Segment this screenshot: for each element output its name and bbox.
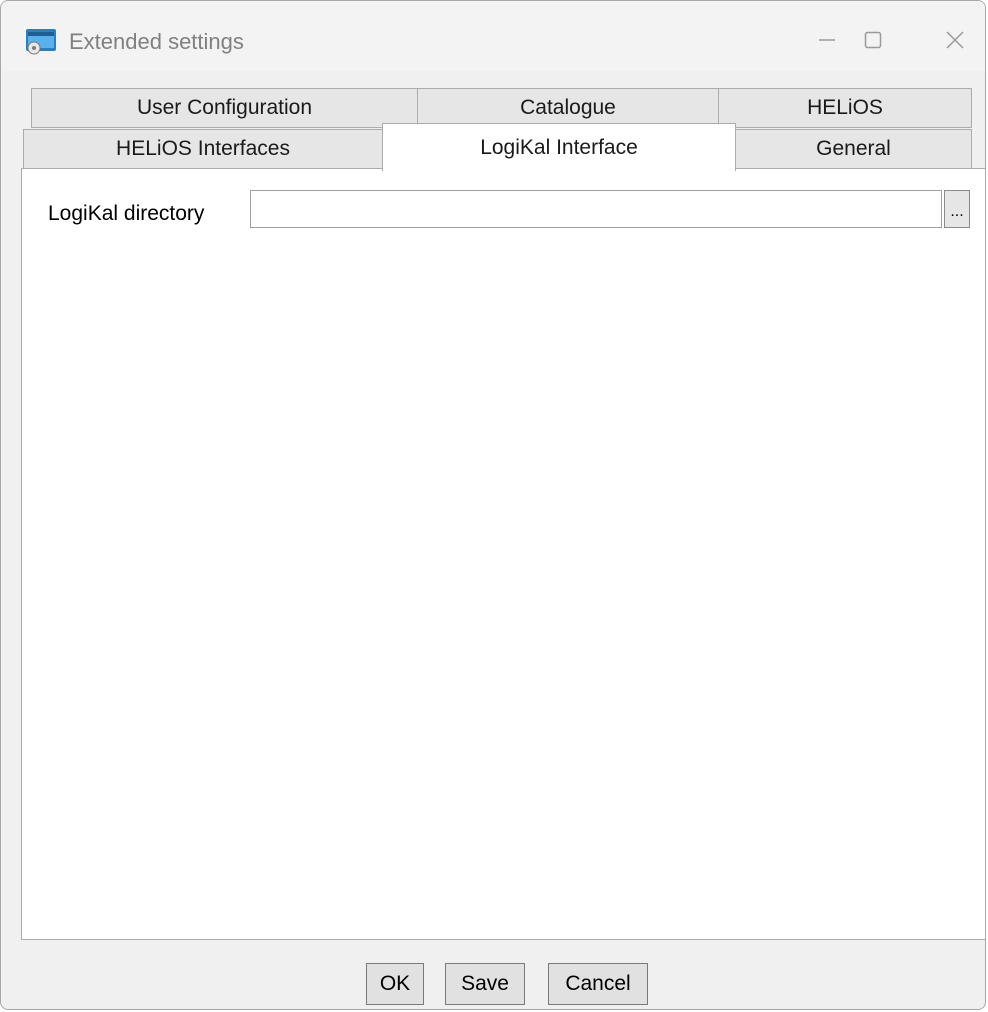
tab-label: HELiOS xyxy=(807,96,883,119)
window-title: Extended settings xyxy=(69,29,244,54)
cancel-button-label: Cancel xyxy=(565,972,631,995)
ok-button-label: OK xyxy=(379,972,411,995)
title-bar[interactable]: Extended settings xyxy=(1,1,985,71)
browse-button[interactable]: ... xyxy=(944,190,970,228)
ok-button[interactable]: OK xyxy=(366,963,424,1005)
close-icon xyxy=(945,30,965,55)
maximize-button[interactable] xyxy=(853,23,893,61)
tab-label: LogiKal Interface xyxy=(480,135,638,159)
tab-label: General xyxy=(816,137,891,160)
minimize-button[interactable] xyxy=(807,23,847,61)
cancel-button[interactable]: Cancel xyxy=(548,963,648,1005)
save-button[interactable]: Save xyxy=(445,963,525,1005)
tab-label: HELiOS Interfaces xyxy=(116,137,290,160)
tab-logikal-interface[interactable]: LogiKal Interface xyxy=(382,123,736,171)
tab-label: User Configuration xyxy=(136,96,313,119)
tab-catalogue[interactable]: Catalogue xyxy=(417,88,719,128)
maximize-icon xyxy=(863,30,883,55)
app-window-icon xyxy=(25,27,57,57)
tab-helios[interactable]: HELiOS xyxy=(718,88,972,128)
tab-helios-interfaces[interactable]: HELiOS Interfaces xyxy=(23,129,383,169)
tab-label: Catalogue xyxy=(520,96,616,119)
tab-user-configuration[interactable]: User Configuration xyxy=(31,88,418,128)
logikal-directory-label: LogiKal directory xyxy=(48,202,205,225)
logikal-directory-input[interactable] xyxy=(250,190,942,228)
extended-settings-window: Extended settings User Configuration Cat… xyxy=(0,0,986,1010)
tab-row-2: HELiOS Interfaces LogiKal Interface Gene… xyxy=(1,123,985,171)
logikal-interface-panel: LogiKal directory ... xyxy=(21,168,985,940)
minimize-icon xyxy=(817,30,837,55)
tab-general[interactable]: General xyxy=(735,129,972,169)
browse-button-label: ... xyxy=(950,203,964,220)
close-button[interactable] xyxy=(935,23,975,61)
save-button-label: Save xyxy=(461,972,509,995)
tab-row-1: User Configuration Catalogue HELiOS xyxy=(1,88,985,128)
